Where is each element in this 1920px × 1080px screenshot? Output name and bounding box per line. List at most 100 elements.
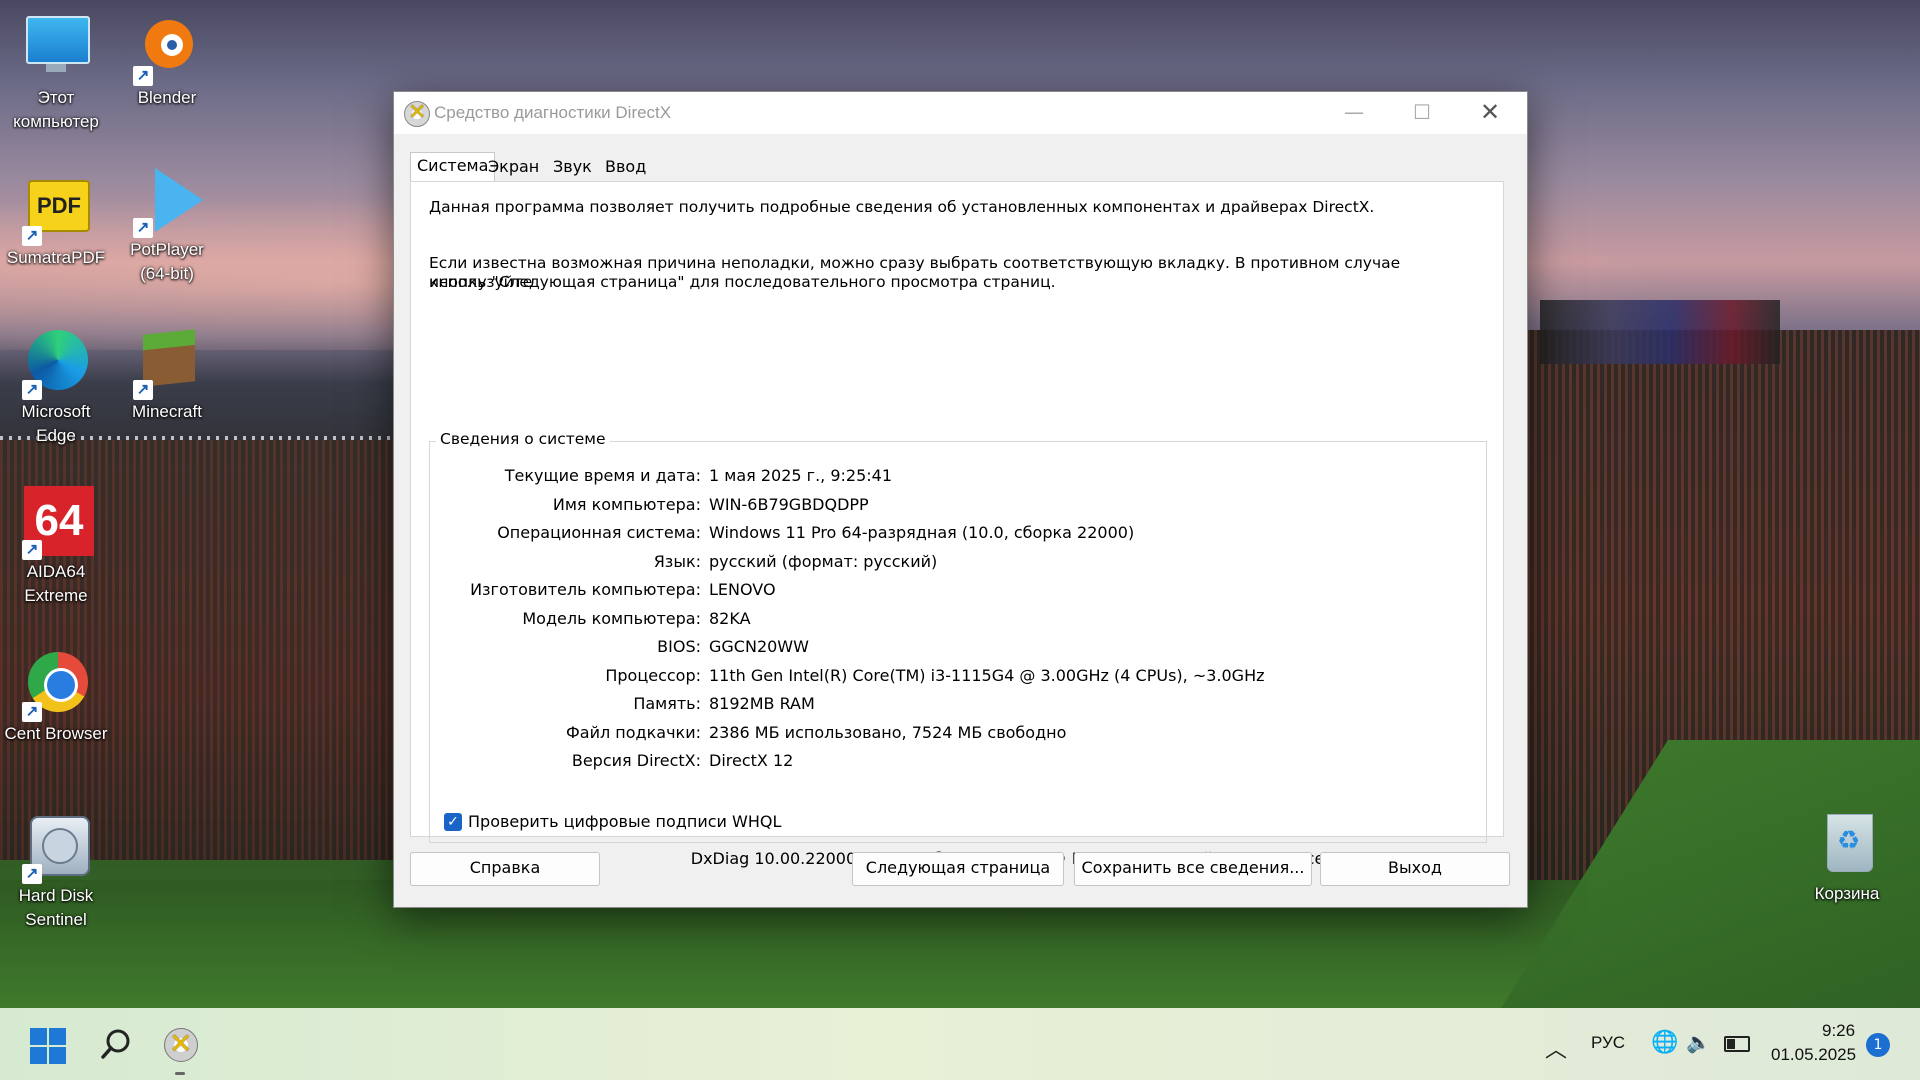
desktop-icon-minecraft[interactable]: ↗ Minecraft (113, 326, 221, 424)
search-icon (101, 1029, 130, 1059)
desktop-icon-recycle-bin[interactable]: ♻ Корзина (1793, 808, 1901, 906)
shortcut-arrow-icon: ↗ (22, 540, 42, 560)
hard-disk-sentinel-icon: ↗ (20, 810, 92, 884)
info-value: 11th Gen Intel(R) Core(TM) i3-1115G4 @ 3… (709, 665, 1265, 685)
info-value: русский (формат: русский) (709, 551, 938, 571)
info-label: Процессор: (605, 665, 701, 685)
close-button[interactable]: ✕ (1456, 92, 1524, 134)
edge-icon: ↗ (20, 326, 92, 400)
info-label: Операционная система: (497, 523, 701, 542)
notification-badge[interactable]: 1 (1866, 1033, 1890, 1057)
desktop-icon-label: компьютер (13, 112, 99, 131)
shortcut-arrow-icon: ↗ (22, 380, 42, 400)
cent-browser-icon: ↗ (20, 648, 92, 722)
desktop-icon-label: SumatraPDF (6, 248, 106, 267)
taskbar-dxdiag-button[interactable]: ✕ (156, 1020, 204, 1075)
dxdiag-window: ✕ Средство диагностики DirectX — ☐ ✕ Сис… (393, 91, 1528, 908)
tab-input[interactable]: Ввод (599, 154, 652, 182)
sumatrapdf-icon: PDF ↗ (20, 172, 92, 246)
desktop-icon-label: Blender (137, 88, 197, 107)
desktop-icon-label: Minecraft (132, 402, 202, 421)
info-row-model: Модель компьютера: 82KA (430, 609, 1486, 633)
info-value: 8192MB RAM (709, 694, 815, 713)
shortcut-arrow-icon: ↗ (22, 226, 42, 246)
search-button[interactable] (92, 1020, 140, 1068)
info-row-bios: BIOS: GGCN20WW (430, 637, 1486, 661)
info-value: GGCN20WW (709, 637, 809, 656)
info-row-memory: Память: 8192MB RAM (430, 694, 1486, 718)
window-titlebar[interactable]: ✕ Средство диагностики DirectX — ☐ ✕ (394, 92, 1527, 134)
checkmark-icon[interactable]: ✓ (444, 813, 462, 831)
info-label: Версия DirectX: (571, 751, 701, 770)
intro-hint-line2: кнопку "Следующая страница" для последов… (429, 273, 1056, 291)
desktop-icon-label: (64-bit) (140, 264, 194, 283)
desktop-icon-label: Extreme (24, 586, 88, 605)
directx-icon: ✕ (404, 100, 430, 127)
maximize-button[interactable]: ☐ (1388, 92, 1456, 134)
info-value: DirectX 12 (709, 751, 794, 770)
desktop-icon-sumatrapdf[interactable]: PDF ↗ SumatraPDF (2, 172, 110, 270)
system-info-group: Сведения о системе Текущие время и дата:… (429, 430, 1487, 843)
volume-icon[interactable]: 🔈 (1686, 1030, 1711, 1054)
desktop-icon-potplayer[interactable]: ↗ PotPlayer (64-bit) (113, 164, 221, 286)
next-page-button[interactable]: Следующая страница (852, 852, 1064, 886)
desktop-icon-edge[interactable]: ↗ Microsoft Edge (2, 326, 110, 448)
system-info-legend: Сведения о системе (436, 430, 610, 448)
minimize-button[interactable]: — (1320, 92, 1388, 134)
blender-icon: ↗ (131, 12, 203, 86)
desktop-icon-cent-browser[interactable]: ↗ Cent Browser (2, 648, 110, 746)
aida64-icon: 64 ↗ (20, 486, 94, 560)
potplayer-icon: ↗ (131, 164, 203, 238)
desktop-icon-label: Cent Browser (4, 724, 108, 743)
info-value: 1 мая 2025 г., 9:25:41 (709, 466, 892, 485)
desktop-icon-label: Hard Disk (18, 886, 94, 905)
help-button[interactable]: Справка (410, 852, 600, 886)
desktop-icon-label: Edge (36, 426, 76, 445)
desktop-icon-label: Корзина (1814, 884, 1880, 903)
clock-date[interactable]: 01.05.2025 (1771, 1045, 1856, 1065)
start-button[interactable] (30, 1028, 66, 1064)
clock-time[interactable]: 9:26 (1822, 1021, 1855, 1041)
running-indicator (175, 1072, 185, 1075)
desktop-icon-label: Этот (37, 88, 75, 107)
info-row-datetime: Текущие время и дата: 1 мая 2025 г., 9:2… (430, 466, 1486, 490)
info-row-os: Операционная система: Windows 11 Pro 64-… (430, 523, 1486, 547)
whql-checkbox-label: Проверить цифровые подписи WHQL (468, 812, 782, 831)
shortcut-arrow-icon: ↗ (133, 380, 153, 400)
desktop-icon-hard-disk-sentinel[interactable]: ↗ Hard Disk Sentinel (2, 810, 110, 932)
info-label: BIOS: (657, 637, 701, 656)
info-label: Файл подкачки: (566, 722, 701, 742)
chevron-up-icon[interactable]: ︿ (1545, 1032, 1567, 1064)
info-row-manufacturer: Изготовитель компьютера: LENOVO (430, 580, 1486, 604)
desktop-icon-this-pc[interactable]: Этот компьютер (2, 12, 110, 134)
desktop-icon-blender[interactable]: ↗ Blender (113, 12, 221, 110)
exit-button[interactable]: Выход (1320, 852, 1510, 886)
shortcut-arrow-icon: ↗ (133, 66, 153, 86)
info-value: Windows 11 Pro 64-разрядная (10.0, сборк… (709, 523, 1135, 542)
shortcut-arrow-icon: ↗ (22, 702, 42, 722)
shortcut-arrow-icon: ↗ (22, 864, 42, 884)
this-pc-icon (20, 12, 92, 84)
info-label: Имя компьютера: (552, 494, 701, 514)
tab-sound[interactable]: Звук (547, 154, 598, 182)
desktop-icon-label: Microsoft (21, 402, 91, 421)
info-row-directx-version: Версия DirectX: DirectX 12 (430, 751, 1486, 775)
save-all-info-button[interactable]: Сохранить все сведения... (1074, 852, 1312, 886)
info-value: LENOVO (709, 580, 776, 599)
info-row-computer-name: Имя компьютера: WIN-6B79GBDQDPP (430, 495, 1486, 519)
minecraft-icon: ↗ (131, 326, 203, 400)
info-row-processor: Процессор: 11th Gen Intel(R) Core(TM) i3… (430, 666, 1486, 690)
info-value: WIN-6B79GBDQDPP (709, 494, 869, 514)
window-title: Средство диагностики DirectX (434, 103, 672, 122)
info-row-language: Язык: русский (формат: русский) (430, 552, 1486, 576)
shortcut-arrow-icon: ↗ (133, 218, 153, 238)
stadium-screen (1540, 300, 1780, 364)
tab-display[interactable]: Экран (482, 154, 545, 182)
taskbar: ✕ ︿ РУС 🌐 🔈 9:26 01.05.2025 (0, 1008, 1920, 1080)
language-indicator[interactable]: РУС (1591, 1033, 1625, 1053)
battery-icon[interactable] (1724, 1036, 1750, 1052)
network-icon[interactable]: 🌐 (1651, 1030, 1678, 1055)
desktop-icon-aida64[interactable]: 64 ↗ AIDA64 Extreme (2, 486, 110, 608)
desktop-icon-label: AIDA64 (26, 562, 86, 581)
intro-text: Данная программа позволяет получить подр… (429, 198, 1375, 216)
